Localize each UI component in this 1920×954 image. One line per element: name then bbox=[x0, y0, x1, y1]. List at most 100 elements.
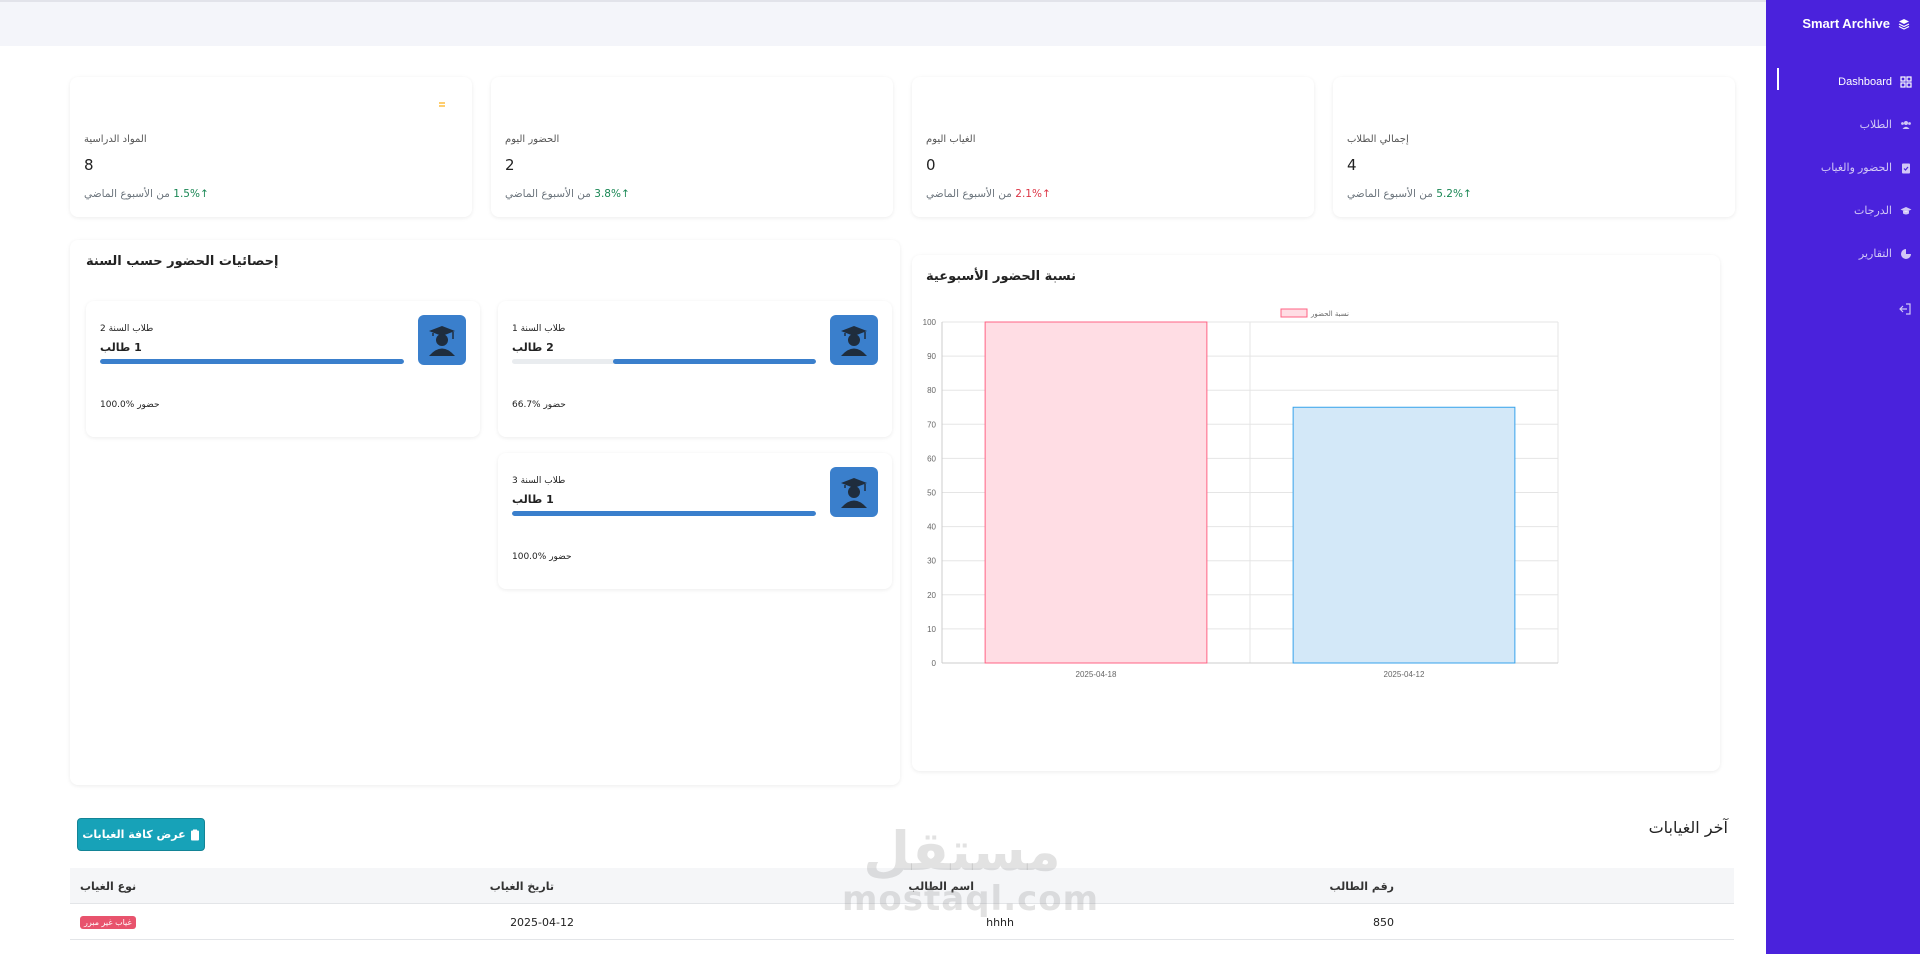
y-tick-label: 10 bbox=[927, 625, 936, 634]
weekly-attendance-chart: 0 10 20 30 40 50 60 70 80 90 100 2025-04-18 2025-04-… bbox=[923, 308, 1559, 679]
user-times-icon bbox=[1275, 100, 1293, 112]
stat-change-suffix: من الأسبوع الماضي bbox=[84, 188, 170, 200]
sidebar-item-dashboard[interactable]: Dashboard bbox=[1766, 60, 1920, 103]
stat-title: الغياب اليوم bbox=[926, 134, 976, 145]
y-tick-label: 20 bbox=[927, 591, 936, 600]
attendance-pct: 100.0% حضور bbox=[512, 552, 572, 562]
brand[interactable]: Smart Archive bbox=[1802, 16, 1910, 31]
sidebar: Smart Archive Dashboard الطلاب الحضور وا… bbox=[1766, 0, 1920, 954]
y-tick-label: 30 bbox=[927, 557, 936, 566]
avatar bbox=[830, 315, 878, 365]
x-tick-label: 2025-04-12 bbox=[1384, 670, 1425, 679]
stat-value: 0 bbox=[926, 156, 936, 174]
attendance-pct: 66.7% حضور bbox=[512, 400, 566, 410]
graduate-icon bbox=[841, 478, 867, 508]
users-icon bbox=[1696, 100, 1714, 112]
table-header: رقم الطالب اسم الطالب تاريخ الغياب نوع ا… bbox=[70, 868, 1734, 904]
cell-id: 850 bbox=[1373, 916, 1394, 929]
pie-chart-icon bbox=[1901, 248, 1911, 259]
stat-icon-box bbox=[847, 90, 879, 122]
y-tick-label: 80 bbox=[927, 386, 936, 395]
brand-name: Smart Archive bbox=[1802, 16, 1890, 31]
y-tick-label: 50 bbox=[927, 489, 936, 498]
column-header-type: نوع الغياب bbox=[80, 880, 137, 893]
sidebar-item-label: الحضور والغياب bbox=[1820, 162, 1892, 174]
stat-icon-box bbox=[426, 90, 458, 122]
panel-title: إحصائيات الحضور حسب السنة bbox=[86, 254, 279, 269]
user-check-icon bbox=[854, 100, 872, 112]
attendance-progress bbox=[512, 359, 816, 364]
stat-value: 8 bbox=[84, 156, 94, 174]
stat-card-attendance-today: الحضور اليوم 2 ↑3.8% من الأسبوع الماضي bbox=[491, 77, 893, 217]
arrow-up-icon: ↑ bbox=[620, 188, 630, 200]
stat-change: ↑1.5% من الأسبوع الماضي bbox=[84, 188, 209, 200]
clipboard-icon bbox=[190, 829, 199, 840]
stat-icon-box bbox=[1268, 90, 1300, 122]
sidebar-nav: Dashboard الطلاب الحضور والغياب الدرجات … bbox=[1766, 60, 1920, 275]
stat-change-suffix: من الأسبوع الماضي bbox=[505, 188, 591, 200]
year-card-3: طلاب السنة 3 1 طالب 100.0% حضور bbox=[498, 453, 892, 589]
layers-icon bbox=[1898, 18, 1910, 30]
table-row[interactable]: 850 hhhh 2025-04-12 غياب غير مبرر bbox=[70, 904, 1734, 940]
sidebar-item-students[interactable]: الطلاب bbox=[1766, 103, 1920, 146]
clipboard-check-icon bbox=[1902, 163, 1910, 173]
stat-title: المواد الدراسية bbox=[84, 134, 147, 145]
attendance-progress bbox=[100, 359, 404, 364]
year-label: طلاب السنة 2 bbox=[100, 324, 154, 334]
logout-icon[interactable] bbox=[1898, 302, 1912, 316]
top-bar bbox=[0, 0, 1766, 46]
progress-fill bbox=[100, 359, 404, 364]
arrow-up-icon: ↑ bbox=[1041, 188, 1051, 200]
year-count: 2 طالب bbox=[512, 341, 554, 354]
sidebar-item-label: Dashboard bbox=[1838, 75, 1892, 88]
y-tick-label: 40 bbox=[927, 523, 936, 532]
sidebar-item-label: التقارير bbox=[1858, 248, 1892, 260]
absences-table: رقم الطالب اسم الطالب تاريخ الغياب نوع ا… bbox=[70, 868, 1734, 940]
arrow-up-icon: ↑ bbox=[1462, 188, 1472, 200]
recent-absences-title: آخر الغيابات bbox=[1648, 818, 1728, 837]
progress-fill bbox=[613, 359, 816, 364]
book-icon bbox=[437, 100, 447, 112]
view-all-absences-button[interactable]: عرض كافة الغيابات bbox=[77, 818, 205, 851]
attendance-pct: 100.0% حضور bbox=[100, 400, 160, 410]
stat-change-suffix: من الأسبوع الماضي bbox=[1347, 188, 1433, 200]
stat-change-pct: 1.5% bbox=[173, 188, 200, 200]
sidebar-item-label: الدرجات bbox=[1853, 205, 1892, 217]
bar bbox=[984, 321, 1208, 664]
year-card-1: طلاب السنة 1 2 طالب 66.7% حضور bbox=[498, 301, 892, 437]
year-card-2: طلاب السنة 2 1 طالب 100.0% حضور bbox=[86, 301, 480, 437]
year-count: 1 طالب bbox=[512, 493, 554, 506]
graduate-icon bbox=[841, 326, 867, 356]
year-label: طلاب السنة 1 bbox=[512, 324, 566, 334]
legend-label: نسبة الحضور bbox=[1310, 310, 1349, 318]
stat-change-pct: 2.1% bbox=[1015, 188, 1042, 200]
y-tick-label: 90 bbox=[927, 352, 936, 361]
year-count: 1 طالب bbox=[100, 341, 142, 354]
y-tick-label: 0 bbox=[932, 659, 937, 668]
y-tick-label: 70 bbox=[927, 420, 936, 429]
sidebar-item-attendance[interactable]: الحضور والغياب bbox=[1766, 146, 1920, 189]
stat-change-pct: 5.2% bbox=[1436, 188, 1463, 200]
graduation-cap-icon bbox=[1900, 206, 1912, 214]
avatar bbox=[830, 467, 878, 517]
sidebar-item-label: الطلاب bbox=[1859, 119, 1892, 131]
weekly-attendance-panel: نسبة الحضور الأسبوعية 0 10 20 30 40 50 60 70 80 9… bbox=[912, 255, 1720, 771]
sidebar-item-grades[interactable]: الدرجات bbox=[1766, 189, 1920, 232]
sidebar-item-reports[interactable]: التقارير bbox=[1766, 232, 1920, 275]
x-tick-label: 2025-04-18 bbox=[1076, 670, 1117, 679]
year-label: طلاب السنة 3 bbox=[512, 476, 566, 486]
cell-name: hhhh bbox=[986, 916, 1014, 929]
absence-type-badge: غياب غير مبرر bbox=[80, 916, 136, 929]
attendance-progress bbox=[512, 511, 816, 516]
users-icon bbox=[1901, 120, 1911, 129]
grid-icon bbox=[1900, 75, 1912, 88]
column-header-date: تاريخ الغياب bbox=[489, 880, 554, 893]
cell-date: 2025-04-12 bbox=[510, 916, 574, 929]
stat-change-suffix: من الأسبوع الماضي bbox=[926, 188, 1012, 200]
stat-title: الحضور اليوم bbox=[505, 134, 560, 145]
column-header-name: اسم الطالب bbox=[908, 880, 974, 893]
stat-change: ↑5.2% من الأسبوع الماضي bbox=[1347, 188, 1472, 200]
stat-change: ↑3.8% من الأسبوع الماضي bbox=[505, 188, 630, 200]
stat-change: ↑2.1% من الأسبوع الماضي bbox=[926, 188, 1051, 200]
y-tick-label: 100 bbox=[923, 318, 937, 327]
